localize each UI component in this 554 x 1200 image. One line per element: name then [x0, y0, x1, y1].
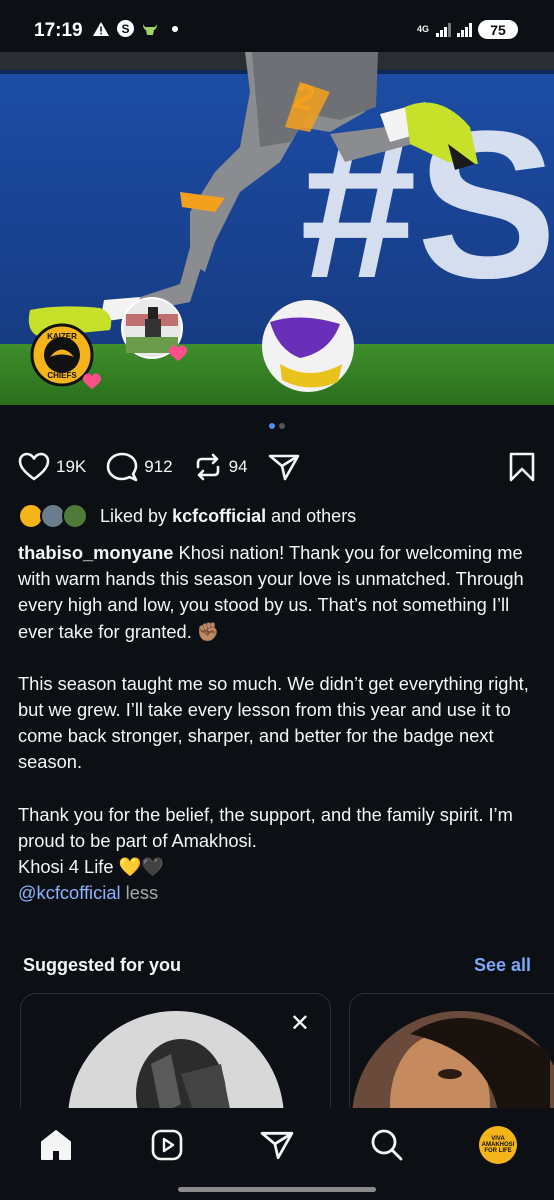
carousel-indicator	[0, 423, 554, 429]
carousel-dot	[279, 423, 285, 429]
status-bar: 17:19 S 4G 75	[0, 0, 554, 52]
repost-count: 94	[228, 457, 248, 476]
reels-icon	[151, 1129, 183, 1161]
svg-text:KAIZER: KAIZER	[47, 332, 77, 341]
kaizer-chiefs-logo: KAIZER CHIEFS	[30, 323, 94, 387]
repost-icon	[196, 453, 219, 481]
caption-footer: @kcfcofficial less	[18, 880, 538, 906]
caption-line-4: Khosi 4 Life 💛🖤	[18, 856, 165, 878]
repost-button[interactable]: 94	[193, 452, 248, 482]
signal-icon	[436, 22, 451, 37]
home-indicator	[178, 1187, 376, 1192]
bull-icon	[141, 20, 159, 37]
caption-paragraph-1: thabiso_monyane Khosi nation! Thank you …	[18, 540, 538, 645]
battery-level: 75	[490, 21, 506, 38]
svg-text:CHIEFS: CHIEFS	[47, 371, 77, 380]
nav-home[interactable]	[36, 1125, 76, 1165]
caption-username[interactable]: thabiso_monyane	[18, 542, 173, 563]
send-icon	[268, 454, 299, 481]
post-actions: 19K 912 94	[18, 450, 536, 484]
comment-button[interactable]: 912	[106, 452, 173, 482]
like-button[interactable]: 19K	[18, 452, 86, 482]
comment-count: 912	[144, 457, 173, 476]
send-icon	[260, 1131, 294, 1160]
save-button[interactable]	[508, 451, 536, 483]
comment-icon	[106, 452, 138, 482]
suggested-title: Suggested for you	[23, 955, 182, 975]
less-button[interactable]: less	[126, 882, 159, 903]
liked-by-prefix: Liked by	[100, 505, 168, 526]
s-app-icon: S	[117, 20, 134, 37]
caption-paragraph-3: Thank you for the belief, the support, a…	[18, 803, 513, 851]
close-icon[interactable]: ✕	[290, 1012, 310, 1036]
status-system-icons: 4G 75	[416, 20, 518, 39]
mention-link[interactable]: @kcfcofficial	[18, 882, 121, 903]
profile-avatar: VIVA AMAKHOSI FOR LIFE	[479, 1126, 517, 1164]
status-time: 17:19	[34, 20, 83, 41]
see-all-link[interactable]: See all	[474, 955, 531, 976]
share-button[interactable]	[268, 452, 300, 482]
liked-by-avatars	[18, 503, 90, 529]
nav-profile[interactable]: VIVA AMAKHOSI FOR LIFE	[478, 1125, 518, 1165]
suggested-header: Suggested for you See all	[23, 955, 531, 976]
nav-search[interactable]	[367, 1125, 407, 1165]
home-icon	[41, 1130, 71, 1160]
avatar	[62, 503, 88, 529]
warning-icon	[92, 20, 110, 37]
nav-reels[interactable]	[147, 1125, 187, 1165]
liked-by-suffix[interactable]: and others	[271, 506, 356, 526]
more-notifications-dot	[172, 25, 178, 32]
nav-messages[interactable]	[257, 1125, 297, 1165]
network-type: 4G	[416, 24, 429, 34]
signal-icon-2	[457, 22, 472, 37]
heart-icon	[18, 452, 50, 481]
battery-indicator: 75	[478, 20, 518, 39]
like-count: 19K	[56, 457, 87, 476]
post-caption: thabiso_monyane Khosi nation! Thank you …	[18, 540, 538, 906]
liked-by[interactable]: Liked by kcfcofficial and others	[18, 503, 356, 529]
caption-paragraph-2: This season taught me so much. We didn’t…	[18, 672, 529, 773]
bookmark-icon	[509, 452, 535, 482]
post-image[interactable]: #S 2 KAIZER CHIEFS	[0, 52, 554, 405]
carousel-dot-active	[269, 423, 275, 429]
liked-by-user[interactable]: kcfcofficial	[172, 506, 266, 526]
search-icon	[371, 1129, 403, 1161]
liked-by-text: Liked by kcfcofficial and others	[100, 506, 356, 527]
status-notification-icons: S	[92, 20, 178, 37]
